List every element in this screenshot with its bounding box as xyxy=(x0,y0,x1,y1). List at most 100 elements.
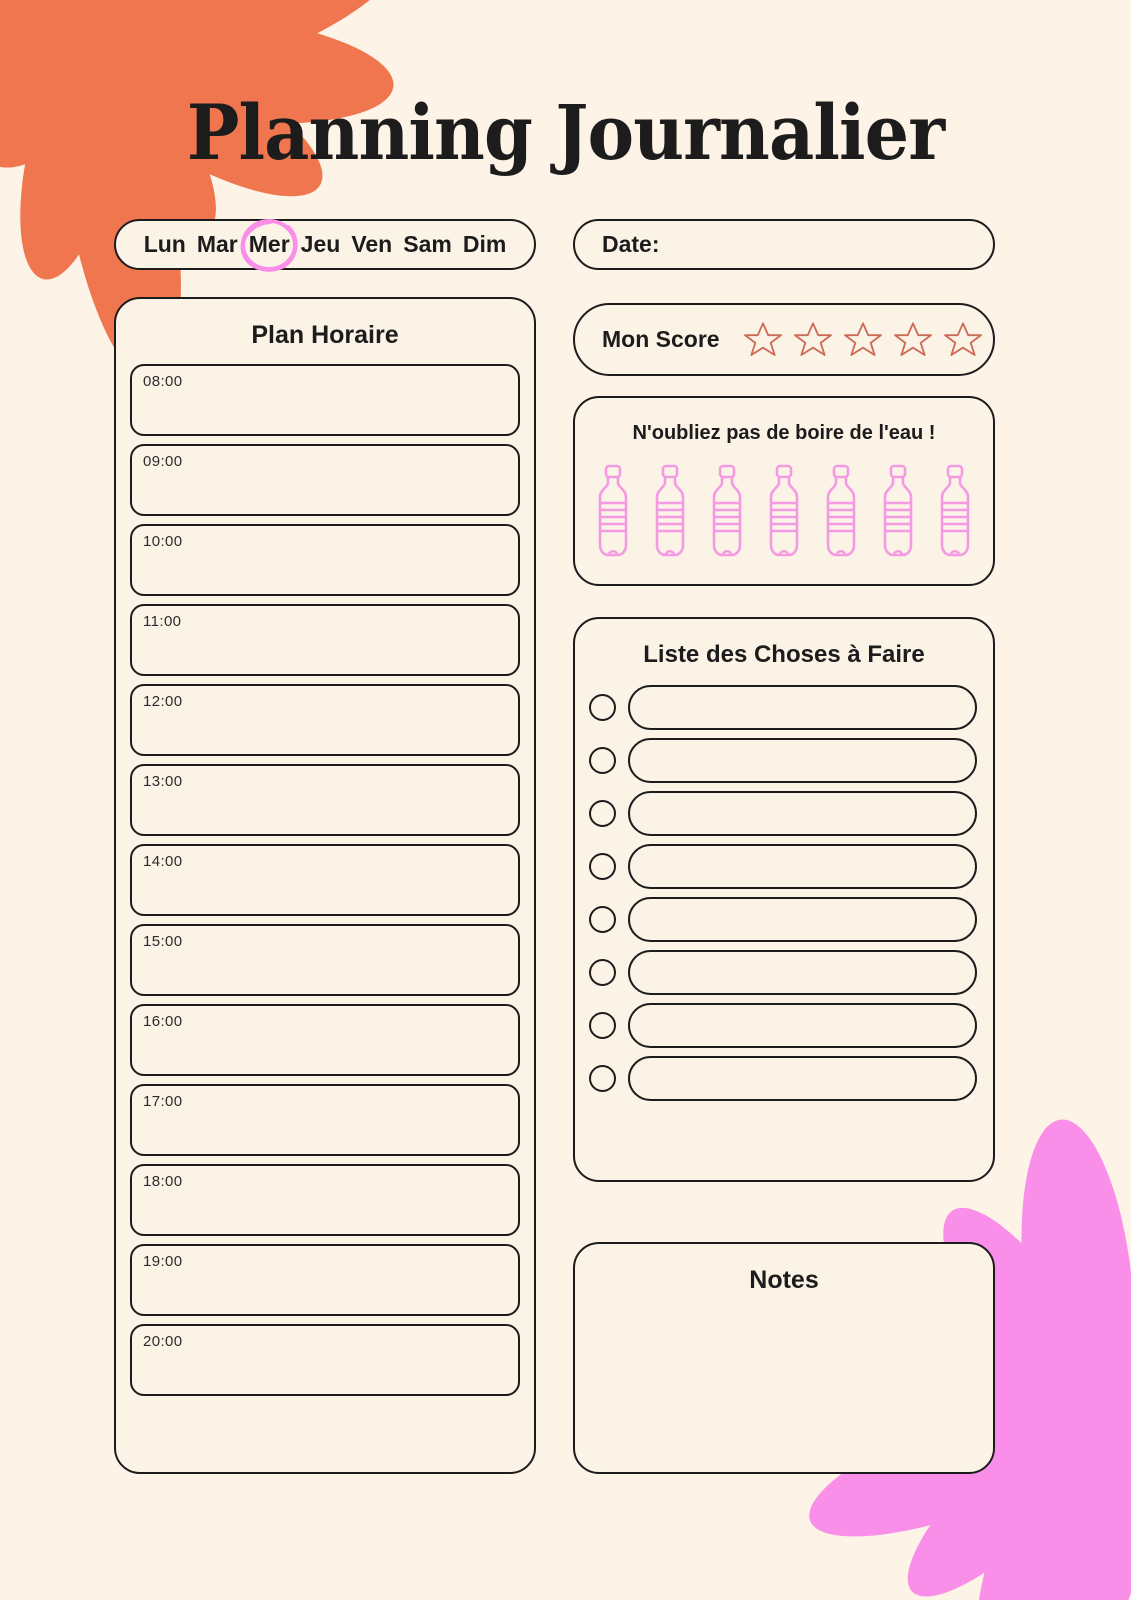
day-label: Mar xyxy=(196,231,238,257)
todo-text-field[interactable] xyxy=(628,1003,977,1048)
score-panel: Mon Score xyxy=(573,303,995,376)
flower-petal xyxy=(1056,1244,1131,1443)
todo-item xyxy=(589,950,977,995)
flower-center xyxy=(1017,1343,1131,1493)
slot-time-label: 19:00 xyxy=(143,1253,183,1270)
star-outline-icon[interactable] xyxy=(892,320,934,360)
day-option-lun[interactable]: Lun xyxy=(144,231,186,258)
todo-text-field[interactable] xyxy=(628,950,977,995)
slot-time-label: 13:00 xyxy=(143,773,183,790)
star-outline-icon[interactable] xyxy=(742,320,784,360)
score-label: Mon Score xyxy=(602,326,720,352)
todo-panel: Liste des Choses à Faire xyxy=(573,617,995,1182)
slot-time-label: 11:00 xyxy=(143,613,182,630)
day-label: Lun xyxy=(143,231,186,257)
todo-checkbox[interactable] xyxy=(589,1065,616,1092)
day-option-ven[interactable]: Ven xyxy=(351,231,392,258)
schedule-slot[interactable]: 12:00 xyxy=(130,684,520,756)
water-bottle-icon[interactable] xyxy=(818,463,864,559)
todo-text-field[interactable] xyxy=(628,685,977,730)
todo-checkbox[interactable] xyxy=(589,959,616,986)
star-outline-icon[interactable] xyxy=(942,320,984,360)
notes-panel[interactable]: Notes xyxy=(573,1242,995,1474)
star-outline-icon[interactable] xyxy=(842,320,884,360)
schedule-slot[interactable]: 19:00 xyxy=(130,1244,520,1316)
day-label: Mer xyxy=(248,231,290,257)
water-bottle-icon[interactable] xyxy=(647,463,693,559)
day-option-mer[interactable]: Mer xyxy=(240,218,298,272)
slot-time-label: 18:00 xyxy=(143,1173,183,1190)
slot-time-label: 14:00 xyxy=(143,853,183,870)
flower-petal xyxy=(1084,1375,1131,1490)
schedule-slot[interactable]: 14:00 xyxy=(130,844,520,916)
schedule-slot[interactable]: 08:00 xyxy=(130,364,520,436)
date-field[interactable]: Date: xyxy=(573,219,995,270)
schedule-slot[interactable]: 09:00 xyxy=(130,444,520,516)
date-label: Date: xyxy=(602,231,660,257)
water-title: N'oubliez pas de boire de l'eau ! xyxy=(632,422,936,444)
schedule-slot[interactable]: 17:00 xyxy=(130,1084,520,1156)
todo-item xyxy=(589,897,977,942)
flower-petal xyxy=(57,0,266,85)
todo-text-field[interactable] xyxy=(628,738,977,783)
water-bottle-icon[interactable] xyxy=(875,463,921,559)
day-option-sam[interactable]: Sam xyxy=(403,231,452,258)
schedule-slot[interactable]: 15:00 xyxy=(130,924,520,996)
day-option-mar[interactable]: Mar xyxy=(197,231,238,258)
schedule-panel: Plan Horaire 08:00 09:00 10:00 11:00 12:00 13… xyxy=(114,297,536,1474)
todo-checkbox[interactable] xyxy=(589,1012,616,1039)
slot-time-label: 09:00 xyxy=(143,453,183,470)
todo-item xyxy=(589,738,977,783)
day-selector[interactable]: Lun Mar Mer Jeu Ven Sam Dim xyxy=(114,218,536,272)
notes-title: Notes xyxy=(749,1266,819,1294)
slot-time-label: 16:00 xyxy=(143,1013,183,1030)
day-label: Jeu xyxy=(300,231,341,257)
todo-text-field[interactable] xyxy=(628,1056,977,1101)
water-bottle-tracker[interactable] xyxy=(575,463,993,559)
day-option-jeu[interactable]: Jeu xyxy=(301,231,341,258)
schedule-slot-list: 08:00 09:00 10:00 11:00 12:00 13:00 14:00 15:00… xyxy=(116,364,534,1414)
schedule-slot[interactable]: 10:00 xyxy=(130,524,520,596)
schedule-slot[interactable]: 20:00 xyxy=(130,1324,520,1396)
day-label: Dim xyxy=(462,231,507,257)
slot-time-label: 20:00 xyxy=(143,1333,183,1350)
flower-petal xyxy=(1052,1398,1131,1600)
todo-checkbox[interactable] xyxy=(589,853,616,880)
todo-item xyxy=(589,1056,977,1101)
slot-time-label: 10:00 xyxy=(143,533,183,550)
todo-text-field[interactable] xyxy=(628,897,977,942)
flower-petal xyxy=(0,0,116,92)
todo-item xyxy=(589,1003,977,1048)
todo-checkbox[interactable] xyxy=(589,800,616,827)
schedule-slot[interactable]: 18:00 xyxy=(130,1164,520,1236)
todo-checkbox[interactable] xyxy=(589,694,616,721)
water-bottle-icon[interactable] xyxy=(761,463,807,559)
slot-time-label: 17:00 xyxy=(143,1093,183,1110)
planner-page: Planning Journalier Lun Mar Mer Jeu Ven Sam Di… xyxy=(0,0,1131,1600)
water-bottle-icon[interactable] xyxy=(590,463,636,559)
todo-list xyxy=(575,685,993,1101)
todo-text-field[interactable] xyxy=(628,844,977,889)
flower-petal xyxy=(1042,1418,1131,1600)
slot-time-label: 12:00 xyxy=(143,693,183,710)
slot-time-label: 15:00 xyxy=(143,933,183,950)
flower-petal xyxy=(1078,1325,1131,1456)
flower-petal xyxy=(0,0,136,77)
page-title: Planning Journalier xyxy=(186,88,945,177)
water-bottle-icon[interactable] xyxy=(932,463,978,559)
star-outline-icon[interactable] xyxy=(792,320,834,360)
flower-petal xyxy=(1006,1113,1131,1424)
star-rating[interactable] xyxy=(742,320,984,360)
water-bottle-icon[interactable] xyxy=(704,463,750,559)
todo-checkbox[interactable] xyxy=(589,906,616,933)
schedule-slot[interactable]: 11:00 xyxy=(130,604,520,676)
todo-title: Liste des Choses à Faire xyxy=(643,641,925,668)
schedule-slot[interactable]: 16:00 xyxy=(130,1004,520,1076)
schedule-slot[interactable]: 13:00 xyxy=(130,764,520,836)
flower-petal xyxy=(1066,1384,1131,1562)
day-option-dim[interactable]: Dim xyxy=(463,231,506,258)
todo-text-field[interactable] xyxy=(628,791,977,836)
day-label: Ven xyxy=(351,231,393,257)
todo-checkbox[interactable] xyxy=(589,747,616,774)
water-panel: N'oubliez pas de boire de l'eau ! xyxy=(573,396,995,586)
